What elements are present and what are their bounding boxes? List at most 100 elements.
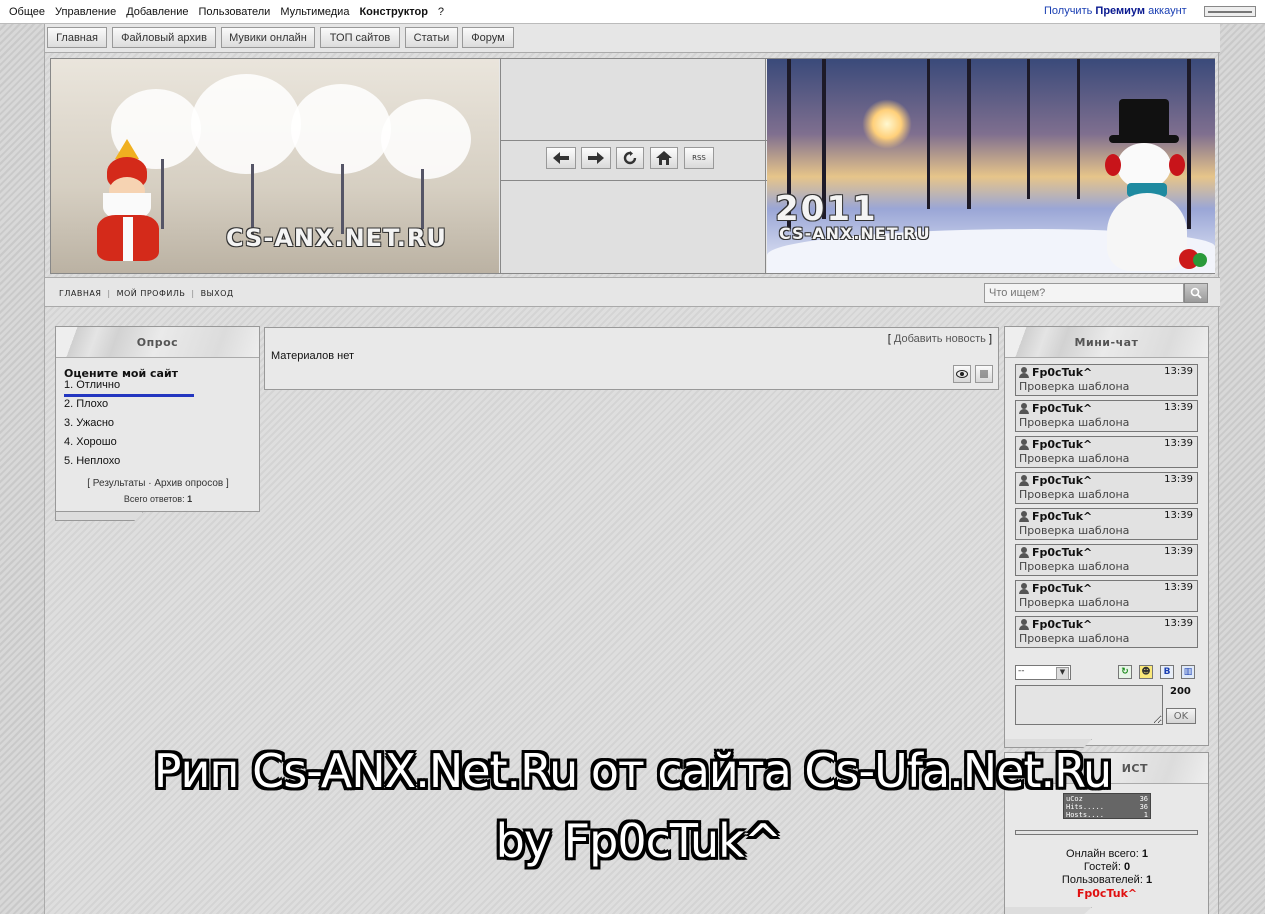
chat-text: Проверка шаблона (1019, 416, 1130, 429)
chat-time: 13:39 (1164, 474, 1193, 485)
subnav-logout[interactable]: ВЫХОД (201, 289, 234, 298)
chat-message: Fp0cTuk^ 13:39 Проверка шаблона (1015, 580, 1198, 612)
chat-username[interactable]: Fp0cTuk^ (1019, 546, 1092, 559)
premium-link[interactable]: Получить Премиум аккаунт (1044, 5, 1187, 17)
chat-text: Проверка шаблона (1019, 632, 1130, 645)
user-icon (1019, 475, 1029, 486)
poll-answer-2[interactable]: 2. Плохо (64, 398, 108, 410)
chat-username[interactable]: Fp0cTuk^ (1019, 438, 1092, 451)
right-banner-title: CS-ANX.NET.RU (779, 224, 931, 243)
nav-articles[interactable]: Статьи (405, 27, 458, 48)
rss-button[interactable]: RSS (684, 147, 714, 169)
left-banner-title: CS-ANX.NET.RU (226, 224, 447, 252)
main-nav: Главная Файловый архив Мувики онлайн ТОП… (45, 24, 1220, 53)
admin-menu-general[interactable]: Общее (4, 6, 50, 18)
chat-message: Fp0cTuk^ 13:39 Проверка шаблона (1015, 508, 1198, 540)
chat-history-icon[interactable]: ▥ (1181, 665, 1195, 679)
premium-prefix: Получить (1044, 5, 1093, 17)
admin-menu-users[interactable]: Пользователи (194, 6, 276, 18)
online-user-link[interactable]: Fp0cTuk^ (1005, 887, 1209, 900)
chat-message: Fp0cTuk^ 13:39 Проверка шаблона (1015, 364, 1198, 396)
poll-answer-1[interactable]: 1. Отлично (64, 379, 120, 391)
header-center-panel: RSS (500, 59, 767, 273)
poll-archive-link[interactable]: Архив опросов (154, 478, 223, 489)
search-icon (1190, 287, 1202, 299)
poll-block: Опрос Оцените мой сайт 1. Отлично 2. Пло… (55, 326, 260, 521)
search-input[interactable] (984, 283, 1184, 303)
chat-username[interactable]: Fp0cTuk^ (1019, 402, 1092, 415)
user-icon (1019, 619, 1029, 630)
list-icon[interactable] (975, 365, 993, 383)
poll-links: [ Результаты · Архив опросов ] (87, 478, 229, 489)
chat-message: Fp0cTuk^ 13:39 Проверка шаблона (1015, 616, 1198, 648)
user-subnav: ГЛАВНАЯ | МОЙ ПРОФИЛЬ | ВЫХОД (45, 277, 1220, 307)
poll-answer-4[interactable]: 4. Хорошо (64, 436, 117, 448)
chat-username[interactable]: Fp0cTuk^ (1019, 618, 1092, 631)
chat-smiles-select[interactable]: -- (1015, 665, 1071, 680)
search-button[interactable] (1184, 283, 1208, 303)
subnav-home[interactable]: ГЛАВНАЯ (59, 289, 101, 298)
premium-suffix: аккаунт (1148, 5, 1187, 17)
chat-smile-icon[interactable]: ☻ (1139, 665, 1153, 679)
overlay-title-line2: by Fp0cTuk^ (495, 814, 783, 868)
chat-time: 13:39 (1164, 582, 1193, 593)
overlay-title-line1: Рип Cs-ANX.Net.Ru от сайта Cs-Ufa.Net.Ru (153, 744, 1112, 798)
poll-total: Всего ответов: 1 (123, 494, 193, 504)
poll-answer-5[interactable]: 5. Неплохо (64, 455, 120, 467)
admin-menu-management[interactable]: Управление (50, 6, 121, 18)
right-banner-sunset-forest: 2011 CS-ANX.NET.RU (767, 59, 1215, 273)
santa-icon (89, 139, 169, 269)
admin-menu-multimedia[interactable]: Мультимедиа (275, 6, 354, 18)
panel-slider-handle[interactable] (1204, 6, 1256, 17)
user-icon (1019, 367, 1029, 378)
user-icon (1019, 511, 1029, 522)
nav-file-archive[interactable]: Файловый архив (112, 27, 216, 48)
chat-text: Проверка шаблона (1019, 380, 1130, 393)
stats-block-foot (1004, 907, 1092, 914)
admin-menu: Общее Управление Добавление Пользователи… (0, 6, 449, 18)
chat-text: Проверка шаблона (1019, 560, 1130, 573)
home-icon[interactable] (650, 147, 678, 169)
chat-time: 13:39 (1164, 618, 1193, 629)
chat-time: 13:39 (1164, 366, 1193, 377)
nav-movies-online[interactable]: Мувики онлайн (221, 27, 315, 48)
chat-ok-button[interactable]: OK (1166, 708, 1196, 724)
chat-username[interactable]: Fp0cTuk^ (1019, 510, 1092, 523)
admin-topbar: Общее Управление Добавление Пользователи… (0, 0, 1265, 24)
site-header: CS-ANX.NET.RU RSS 2011 CS-ANX.NET.RU (50, 58, 1215, 274)
chat-username[interactable]: Fp0cTuk^ (1019, 582, 1092, 595)
add-news-link[interactable]: [ Добавить новость ] (888, 333, 992, 345)
chat-bbcode-button[interactable]: B (1160, 665, 1174, 679)
poll-title: Опрос (56, 327, 259, 358)
nav-top-sites[interactable]: ТОП сайтов (320, 27, 400, 48)
nav-forum[interactable]: Форум (462, 27, 514, 48)
no-materials-text: Материалов нет (271, 350, 354, 362)
premium-bold: Премиум (1095, 5, 1146, 17)
chat-message: Fp0cTuk^ 13:39 Проверка шаблона (1015, 400, 1198, 432)
user-icon (1019, 439, 1029, 450)
subnav-my-profile[interactable]: МОЙ ПРОФИЛЬ (117, 289, 186, 298)
back-arrow-icon[interactable] (546, 147, 576, 169)
poll-answer-3[interactable]: 3. Ужасно (64, 417, 114, 429)
eye-icon[interactable] (953, 365, 971, 383)
chat-text: Проверка шаблона (1019, 596, 1130, 609)
chat-username[interactable]: Fp0cTuk^ (1019, 474, 1092, 487)
nav-home[interactable]: Главная (47, 27, 107, 48)
chat-time: 13:39 (1164, 546, 1193, 557)
admin-menu-constructor[interactable]: Конструктор (354, 6, 432, 18)
forward-arrow-icon[interactable] (581, 147, 611, 169)
chat-refresh-icon[interactable]: ↻ (1118, 665, 1132, 679)
admin-menu-add[interactable]: Добавление (121, 6, 193, 18)
chat-message: Fp0cTuk^ 13:39 Проверка шаблона (1015, 544, 1198, 576)
poll-result-bar (64, 394, 194, 397)
refresh-icon[interactable] (616, 147, 644, 169)
chat-username[interactable]: Fp0cTuk^ (1019, 366, 1092, 379)
poll-results-link[interactable]: Результаты (93, 478, 146, 489)
user-icon (1019, 583, 1029, 594)
chat-message: Fp0cTuk^ 13:39 Проверка шаблона (1015, 436, 1198, 468)
chat-text: Проверка шаблона (1019, 488, 1130, 501)
chat-message-input[interactable] (1015, 685, 1163, 725)
admin-menu-help[interactable]: ? (433, 6, 449, 18)
minichat-block: Мини-чат Fp0cTuk^ 13:39 Проверка шаблона Fp… (1004, 326, 1209, 748)
news-content: [ Добавить новость ] Материалов нет (264, 327, 999, 390)
